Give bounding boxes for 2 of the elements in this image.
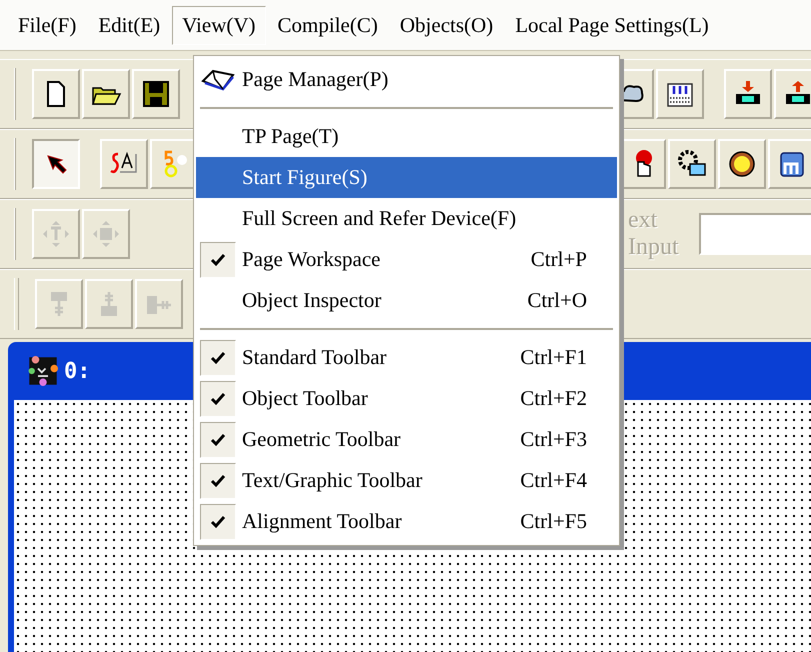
text-input-label: ext Input xyxy=(628,207,679,261)
window-title: 0: xyxy=(64,358,90,384)
